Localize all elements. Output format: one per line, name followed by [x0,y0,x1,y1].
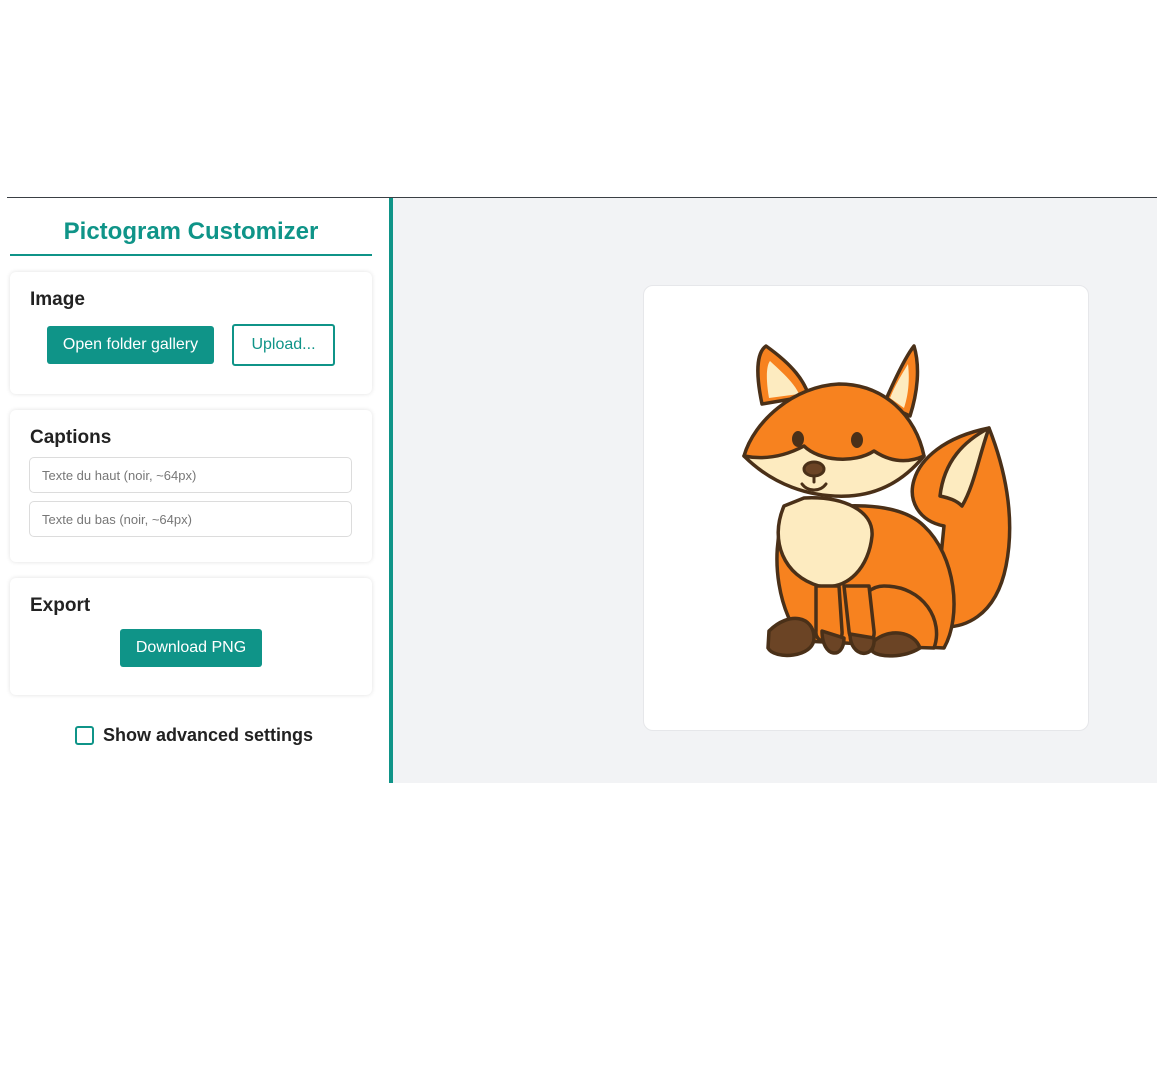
image-heading: Image [30,289,85,310]
bottom-caption-input[interactable] [29,501,352,537]
captions-heading: Captions [30,427,112,448]
app-container: Pictogram Customizer Image Open folder g… [7,197,1157,784]
download-png-button[interactable]: Download PNG [120,629,262,667]
upload-button[interactable]: Upload... [232,324,335,366]
app-title: Pictogram Customizer [10,218,372,256]
preview-canvas [643,285,1089,731]
advanced-settings-checkbox[interactable] [75,726,94,745]
captions-card: Captions [10,410,372,562]
fox-image [742,344,1012,658]
image-card: Image Open folder gallery Upload... [10,272,372,394]
advanced-settings-label: Show advanced settings [103,725,314,745]
sidebar: Pictogram Customizer Image Open folder g… [7,198,393,783]
open-folder-gallery-button[interactable]: Open folder gallery [47,326,214,364]
preview-area [393,198,1157,783]
advanced-settings-toggle[interactable]: Show advanced settings [75,725,313,746]
export-card: Export Download PNG [10,578,372,695]
export-heading: Export [30,595,91,616]
top-caption-input[interactable] [29,457,352,493]
